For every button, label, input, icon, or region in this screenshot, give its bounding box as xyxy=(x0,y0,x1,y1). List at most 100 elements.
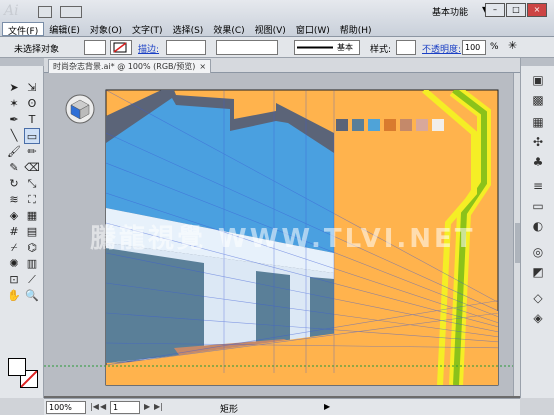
column-graph-tool-icon[interactable]: ▥ xyxy=(24,256,40,272)
watermark: 騰龍視覺 WWW.TLVI.NET xyxy=(90,224,476,254)
stroke-color-picker[interactable] xyxy=(110,40,132,55)
zoom-tool-icon[interactable]: 🔍 xyxy=(24,288,40,304)
color-panel-icon[interactable]: ▣ xyxy=(530,72,546,88)
symbol-sprayer-tool-icon[interactable]: ✺ xyxy=(6,256,22,272)
close-tab-icon[interactable]: × xyxy=(199,62,206,71)
direct-selection-tool-icon[interactable]: ⇲ xyxy=(24,80,40,96)
menu-object[interactable]: 对象(O) xyxy=(85,22,127,36)
window-controls: – □ × xyxy=(485,3,547,17)
fill-color-picker[interactable] xyxy=(84,40,106,55)
graphic-styles-panel-icon[interactable]: ◩ xyxy=(530,264,546,280)
hand-tool-icon[interactable]: ✋ xyxy=(6,288,22,304)
last-artboard-icon[interactable]: ▶| xyxy=(154,402,163,411)
corner xyxy=(520,398,554,415)
free-transform-tool-icon[interactable]: ⛶ xyxy=(24,192,40,208)
stroke-weight-input[interactable] xyxy=(166,40,206,55)
maximize-button[interactable]: □ xyxy=(506,3,526,17)
current-tool-label: 矩形 xyxy=(220,405,239,415)
selection-tool-icon[interactable]: ➤ xyxy=(6,80,22,96)
pencil-tool-icon[interactable]: ✏ xyxy=(24,144,40,160)
opacity-unit: % xyxy=(490,42,499,52)
document-tab[interactable]: 时尚杂志背景.ai* @ 100% (RGB/预览) × xyxy=(48,59,212,73)
opacity-input[interactable]: 100 xyxy=(462,40,486,55)
menu-window[interactable]: 窗口(W) xyxy=(291,22,335,36)
zoom-select[interactable]: 100% xyxy=(46,401,86,414)
rotate-tool-icon[interactable]: ↻ xyxy=(6,176,22,192)
brush-select[interactable]: 基本 xyxy=(294,40,360,55)
eraser-tool-icon[interactable]: ⌫ xyxy=(24,160,40,176)
document-tab-bar: 时尚杂志背景.ai* @ 100% (RGB/预览) × xyxy=(44,58,520,73)
main-menu: 文件(F) 编辑(E) 对象(O) 文字(T) 选择(S) 效果(C) 视图(V… xyxy=(2,22,377,37)
slice-tool-icon[interactable]: ⟋ xyxy=(24,272,40,288)
palette-swatch xyxy=(416,119,428,131)
palette-swatch xyxy=(336,119,348,131)
next-artboard-icon[interactable]: ▶ xyxy=(144,402,150,411)
variable-width-select[interactable] xyxy=(216,40,278,55)
bridge-button[interactable] xyxy=(38,6,52,18)
blend-tool-icon[interactable]: ⌬ xyxy=(24,240,40,256)
brushes-panel-icon[interactable]: ✣ xyxy=(530,134,546,150)
stroke-panel-icon[interactable]: ≡ xyxy=(530,178,546,194)
close-button[interactable]: × xyxy=(527,3,547,17)
menu-file[interactable]: 文件(F) xyxy=(2,22,45,37)
palette-swatch xyxy=(352,119,364,131)
stroke-panel-link[interactable]: 描边: xyxy=(138,42,159,55)
menu-edit[interactable]: 编辑(E) xyxy=(44,22,85,36)
prev-artboard-icon[interactable]: ◀ xyxy=(100,402,106,411)
line-tool-icon[interactable]: ╲ xyxy=(6,128,22,144)
fill-swatch[interactable] xyxy=(8,358,26,376)
artboard-tool-icon[interactable]: ⊡ xyxy=(6,272,22,288)
corner xyxy=(0,398,44,415)
panel-grip[interactable] xyxy=(0,58,44,66)
perspective-grid-tool-icon[interactable]: ▦ xyxy=(24,208,40,224)
eyedropper-tool-icon[interactable]: ⌿ xyxy=(6,240,22,256)
paintbrush-tool-icon[interactable]: 🖌 xyxy=(6,144,22,160)
status-menu-icon[interactable]: ▶ xyxy=(324,402,330,411)
color-guide-icon[interactable]: ▩ xyxy=(530,92,546,108)
document-tab-title: 时尚杂志背景.ai* @ 100% (RGB/预览) xyxy=(53,62,196,71)
brush-label: 基本 xyxy=(337,43,353,52)
lasso-tool-icon[interactable]: ʘ xyxy=(24,96,40,112)
right-dock: ▣ ▩ ▦ ✣ ♣ ≡ ▭ ◐ ◎ ◩ ◇ ◈ xyxy=(520,58,554,398)
pen-tool-icon[interactable]: ✒ xyxy=(6,112,22,128)
transparency-panel-icon[interactable]: ◐ xyxy=(530,218,546,234)
menu-bar: Ai 基本功能 ▼ – □ × 文件(F) 编辑(E) 对象(O) 文字(T) … xyxy=(0,0,554,37)
menu-help[interactable]: 帮助(H) xyxy=(335,22,377,36)
menu-view[interactable]: 视图(V) xyxy=(250,22,291,36)
appearance-panel-icon[interactable]: ◎ xyxy=(530,244,546,260)
artboards-panel-icon[interactable]: ◈ xyxy=(530,310,546,326)
brush-stroke-icon xyxy=(297,46,333,49)
menu-select[interactable]: 选择(S) xyxy=(168,22,209,36)
menu-type[interactable]: 文字(T) xyxy=(127,22,168,36)
first-artboard-icon[interactable]: |◀ xyxy=(90,402,99,411)
palette-swatch xyxy=(400,119,412,131)
magic-wand-tool-icon[interactable]: ✶ xyxy=(6,96,22,112)
type-tool-icon[interactable]: T xyxy=(24,112,40,128)
panel-menu-icon[interactable]: ✳ xyxy=(508,39,517,52)
app-logo: Ai xyxy=(4,3,19,19)
palette-swatch xyxy=(368,119,380,131)
shape-builder-tool-icon[interactable]: ◈ xyxy=(6,208,22,224)
workspace-switcher[interactable]: 基本功能 xyxy=(432,5,468,18)
warp-tool-icon[interactable]: ≋ xyxy=(6,192,22,208)
layers-panel-icon[interactable]: ◇ xyxy=(530,290,546,306)
minimize-button[interactable]: – xyxy=(485,3,505,17)
artboard-number-select[interactable]: 1 xyxy=(110,401,140,414)
arrange-documents-button[interactable] xyxy=(60,6,82,18)
mesh-tool-icon[interactable]: # xyxy=(6,224,22,240)
swatches-panel-icon[interactable]: ▦ xyxy=(530,114,546,130)
opacity-panel-link[interactable]: 不透明度: xyxy=(422,42,461,55)
selection-status: 未选择对象 xyxy=(14,45,60,55)
color-palette xyxy=(336,119,444,131)
dock-grip[interactable] xyxy=(521,58,554,66)
scale-tool-icon[interactable]: ⤡ xyxy=(24,176,40,192)
gradient-panel-icon[interactable]: ▭ xyxy=(530,198,546,214)
gradient-tool-icon[interactable]: ▤ xyxy=(24,224,40,240)
style-select[interactable] xyxy=(396,40,416,55)
window-right xyxy=(310,277,334,343)
symbols-panel-icon[interactable]: ♣ xyxy=(530,154,546,170)
menu-effect[interactable]: 效果(C) xyxy=(208,22,249,36)
tools-panel: ➤ ⇲ ✶ ʘ ✒ T ╲ ▭ 🖌 ✏ ✎ ⌫ ↻ ⤡ ≋ ⛶ ◈ ▦ # ▤ … xyxy=(0,58,44,407)
rectangle-tool-icon[interactable]: ▭ xyxy=(24,128,40,144)
blob-brush-tool-icon[interactable]: ✎ xyxy=(6,160,22,176)
